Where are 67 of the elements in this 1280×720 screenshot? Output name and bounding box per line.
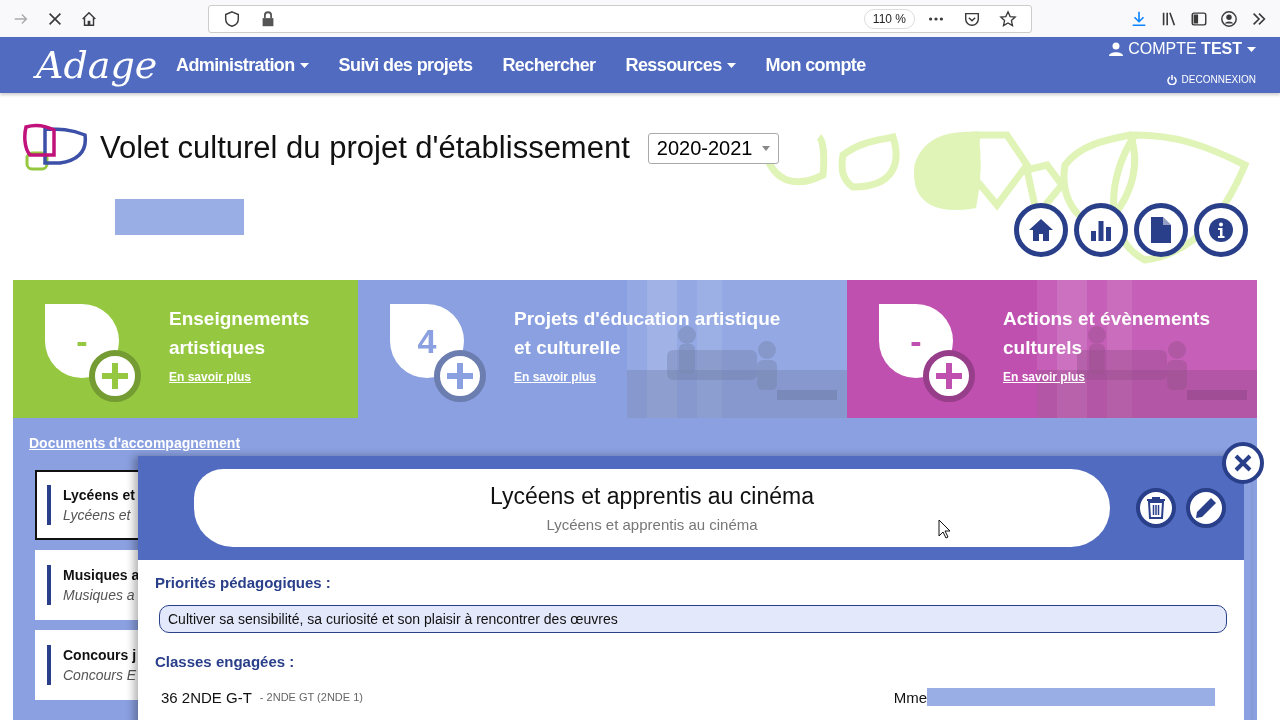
info-button[interactable] xyxy=(1194,203,1248,257)
class-detail: - 2NDE GT (2NDE 1) xyxy=(259,691,363,703)
caret-icon xyxy=(726,62,736,68)
nav-link[interactable]: Rechercher xyxy=(502,54,596,76)
close-icon xyxy=(1234,454,1252,472)
home-icon[interactable] xyxy=(80,9,98,28)
dialog-title: Lycéens et apprentis au cinéma xyxy=(490,483,814,510)
page-title: Volet culturel du projet d'établissement xyxy=(100,130,630,166)
add-button[interactable] xyxy=(923,350,975,402)
section-label: Classes engagées : xyxy=(155,653,296,670)
account-menu[interactable]: COMPTE TEST xyxy=(1109,40,1256,58)
home-icon xyxy=(1028,218,1054,242)
edit-button[interactable] xyxy=(1186,488,1226,528)
learn-more-link[interactable]: En savoir plus xyxy=(514,370,597,384)
tile-title: Enseignements artistiques xyxy=(169,307,310,360)
project-count: - xyxy=(910,321,922,361)
project-count: - xyxy=(76,321,88,361)
account-icon[interactable] xyxy=(1220,9,1238,28)
category-tile[interactable]: 4 Projets d'éducation artistique et culturelle En savoir plus xyxy=(358,280,847,418)
learn-more-link[interactable]: En savoir plus xyxy=(1003,370,1086,384)
add-button[interactable] xyxy=(89,350,141,402)
star-icon[interactable] xyxy=(999,9,1017,28)
documents-link[interactable]: Documents d'accompagnement xyxy=(29,435,241,451)
section-label: Priorités pédagogiques : xyxy=(155,574,332,591)
card-subtitle: Musiques a xyxy=(63,587,136,603)
download-icon[interactable] xyxy=(1130,9,1148,28)
logo-icon xyxy=(22,123,88,173)
user-icon xyxy=(1109,42,1124,56)
year-select[interactable]: 2020-2021 xyxy=(647,132,780,164)
logout-link[interactable]: DECONNEXION xyxy=(1166,74,1256,85)
caret-icon xyxy=(299,62,309,68)
card-subtitle: Concours E xyxy=(63,667,137,683)
address-bar[interactable]: 110 % xyxy=(208,4,1032,33)
category-tile[interactable]: - Actions et évènements culturels En savoir plus xyxy=(847,280,1257,418)
card-title: Lycéens et xyxy=(63,487,135,503)
nav-link[interactable]: Ressources xyxy=(625,54,736,76)
caret-icon xyxy=(762,145,771,151)
caret-icon xyxy=(1247,46,1256,52)
trash-icon xyxy=(1147,497,1165,519)
nav-link[interactable]: Administration xyxy=(176,54,309,76)
home-button[interactable] xyxy=(1014,203,1068,257)
class-name: 36 2NDE G-T xyxy=(161,688,252,706)
plus-icon xyxy=(936,363,962,389)
card-subtitle: Lycéens et xyxy=(63,507,132,523)
delete-button[interactable] xyxy=(1136,488,1176,528)
plus-icon xyxy=(447,363,473,389)
bar-chart-icon xyxy=(1089,219,1113,241)
info-icon xyxy=(1208,217,1234,243)
dialog-subtitle: Lycéens et apprentis au cinéma xyxy=(546,516,758,533)
plus-icon xyxy=(102,363,128,389)
project-count: 4 xyxy=(417,321,437,361)
library-icon[interactable] xyxy=(1160,9,1178,28)
tile-title: Projets d'éducation artistique et culturelle xyxy=(514,307,781,360)
power-icon xyxy=(1166,74,1177,85)
nav-link[interactable]: Suivi des projets xyxy=(338,54,473,76)
cursor-icon xyxy=(938,519,951,539)
card-title: Concours j xyxy=(63,647,137,663)
nav-link[interactable]: Mon compte xyxy=(765,54,866,76)
shield-icon[interactable] xyxy=(223,9,241,28)
document-icon xyxy=(1151,217,1171,243)
sidebar-icon[interactable] xyxy=(1190,9,1208,28)
statistics-button[interactable] xyxy=(1074,203,1128,257)
teacher-name: Mme xyxy=(893,688,927,706)
pencil-icon xyxy=(1195,497,1217,519)
priority-tag: Cultiver sa sensibilité, sa curiosité et son plaisir à rencontrer des œuvres xyxy=(159,605,1227,633)
tile-title: Actions et évènements culturels xyxy=(1003,307,1210,360)
document-button[interactable] xyxy=(1134,203,1188,257)
